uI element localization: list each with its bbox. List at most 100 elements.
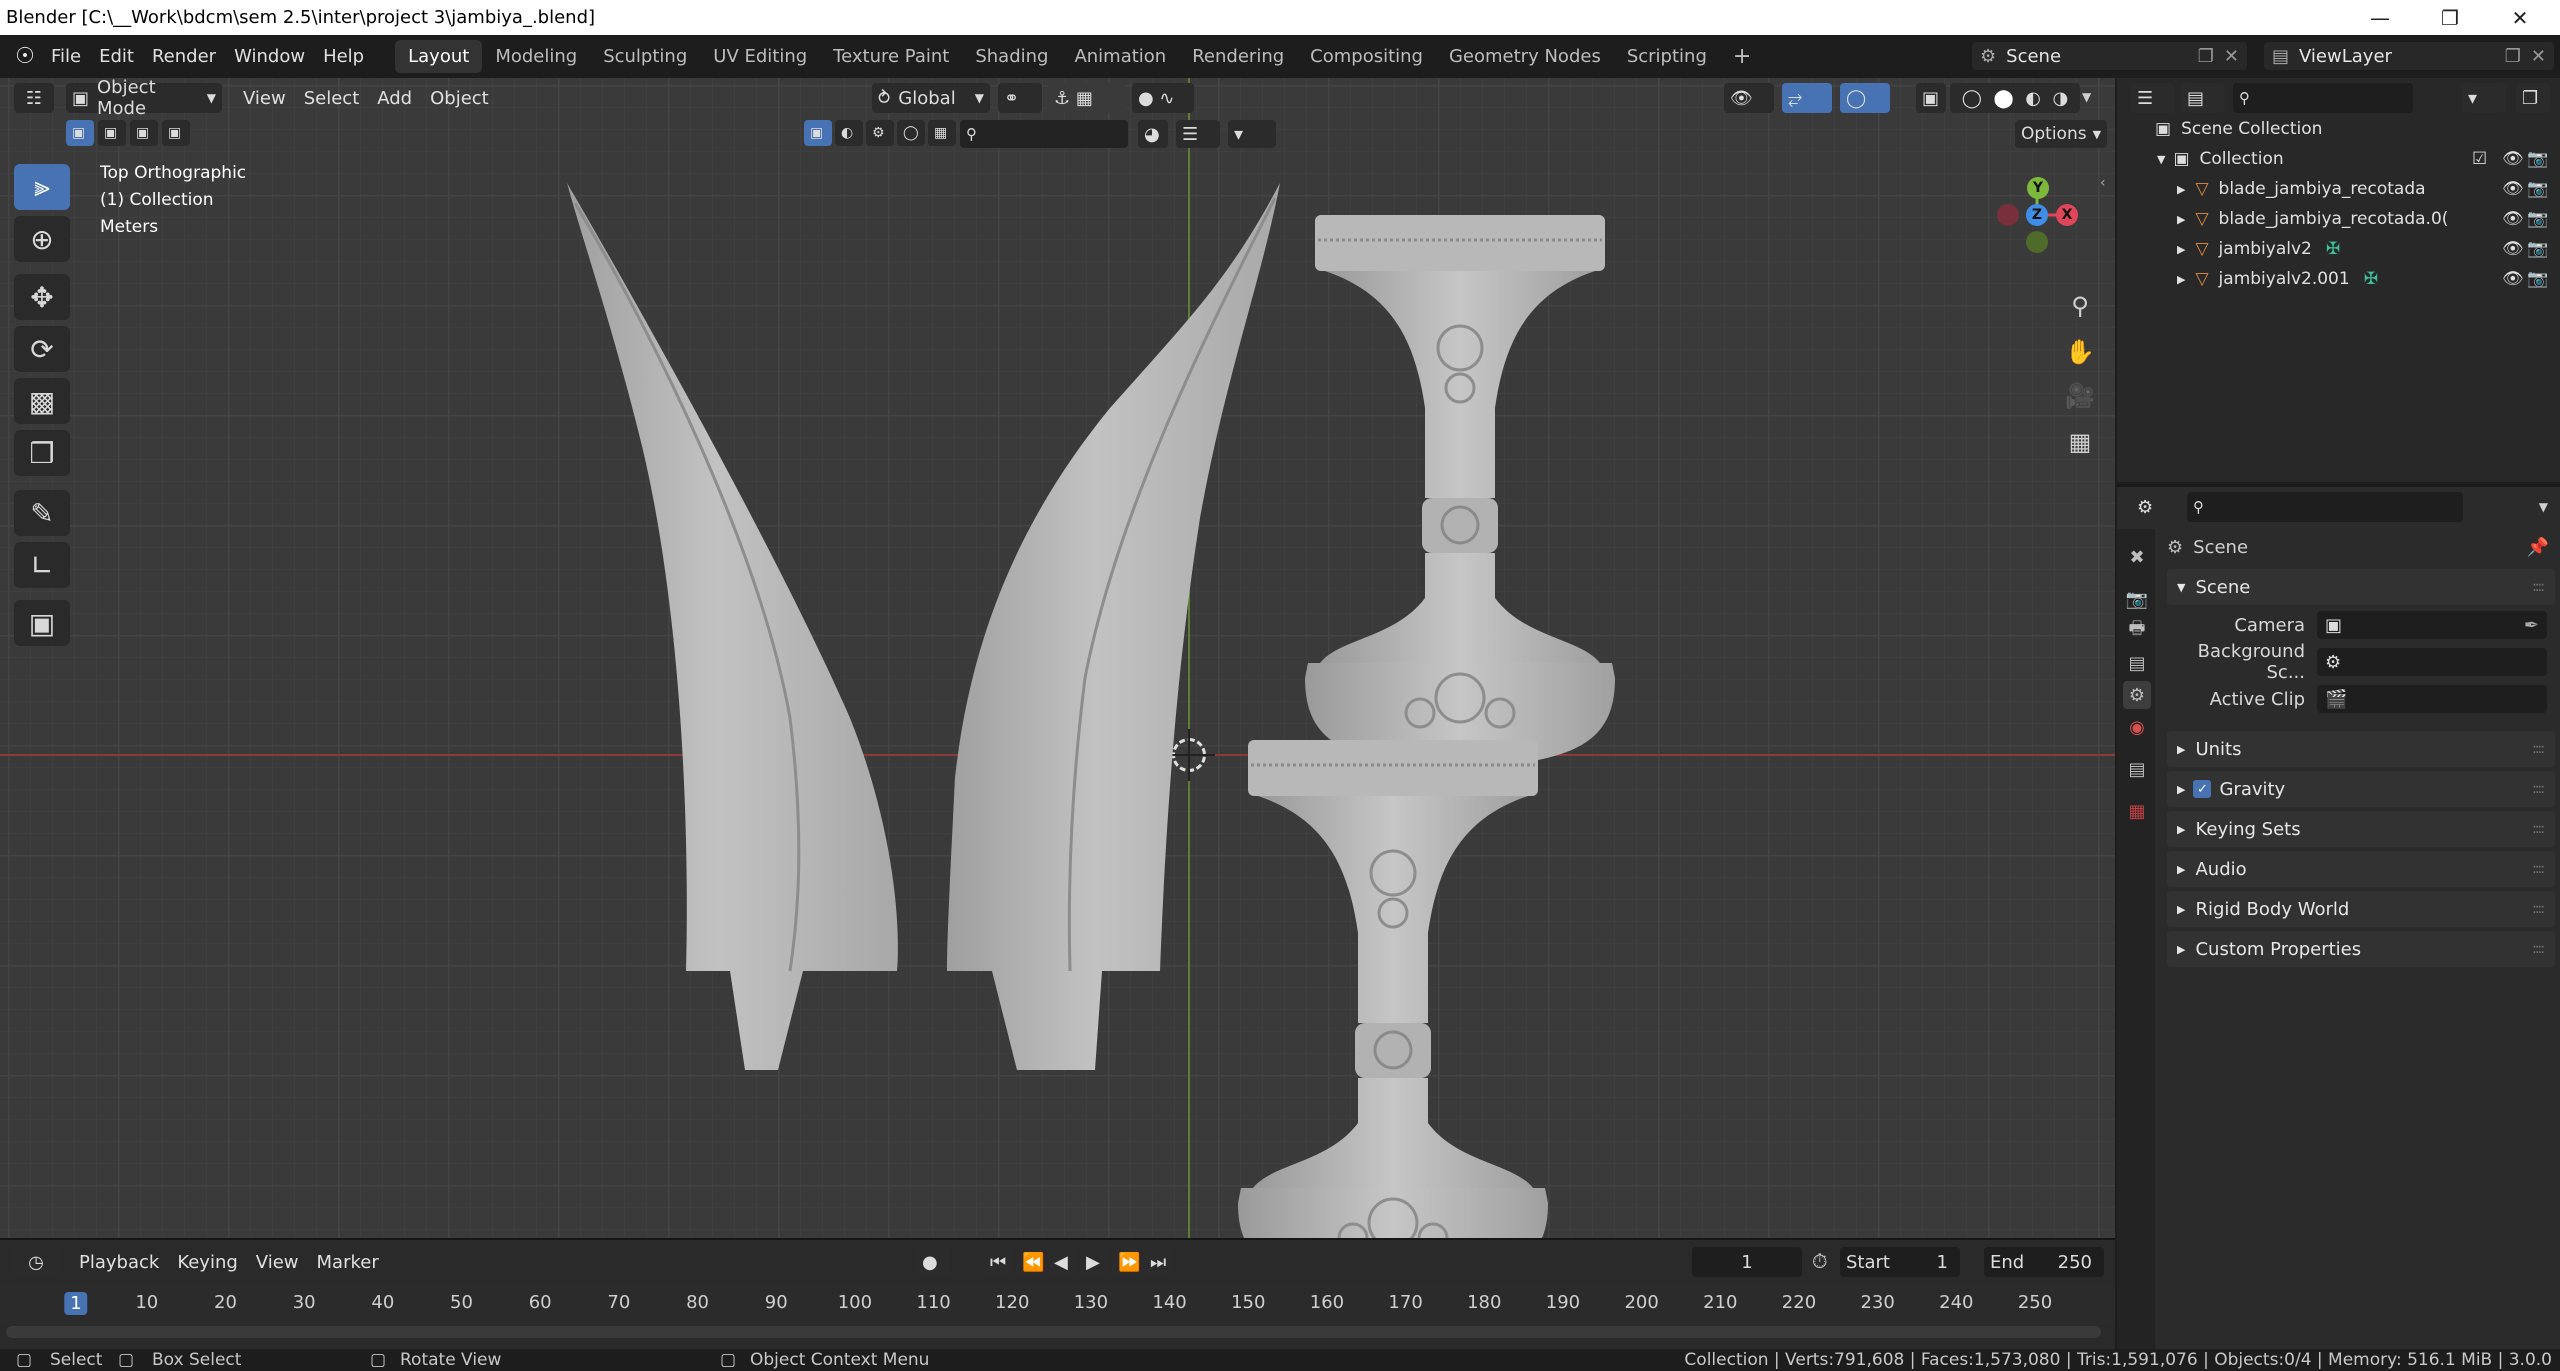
tab-geometry-nodes[interactable]: Geometry Nodes bbox=[1436, 40, 1614, 73]
chevron-down-icon[interactable]: ▼ bbox=[2157, 153, 2165, 166]
display-mode-icon[interactable]: ▤ bbox=[2181, 83, 2225, 113]
mesh-data-icon[interactable]: ✠ bbox=[2326, 239, 2340, 259]
maximize-button[interactable]: ❐ bbox=[2420, 0, 2480, 35]
play-icon[interactable]: ▶ bbox=[1080, 1247, 1108, 1277]
active-clip-field[interactable]: 🎬 bbox=[2317, 685, 2547, 713]
tab-texture-paint[interactable]: Texture Paint bbox=[820, 40, 962, 73]
chevron-right-icon[interactable]: ▶ bbox=[2177, 273, 2185, 286]
drag-handle-icon[interactable]: :::: bbox=[2532, 861, 2545, 877]
timeline-menu-playback[interactable]: Playback bbox=[70, 1241, 168, 1284]
chevron-right-icon[interactable]: ▶ bbox=[2177, 183, 2185, 196]
camera-icon[interactable]: 📷 bbox=[2527, 149, 2548, 169]
mesh-data-icon[interactable]: ✠ bbox=[2364, 269, 2378, 289]
timeline-menu-keying[interactable]: Keying bbox=[168, 1241, 246, 1284]
chevron-right-icon[interactable]: ▶ bbox=[2177, 243, 2185, 256]
drag-handle-icon[interactable]: :::: bbox=[2532, 579, 2545, 595]
filter-icon[interactable]: ▾ bbox=[2462, 83, 2506, 113]
blade-right[interactable] bbox=[947, 183, 1280, 1070]
stopwatch-icon[interactable]: ⏱ bbox=[1812, 1249, 1828, 1273]
drag-handle-icon[interactable]: :::: bbox=[2532, 741, 2545, 757]
frame-end-field[interactable]: End 250 bbox=[1984, 1247, 2104, 1277]
close-window-button[interactable]: ✕ bbox=[2490, 0, 2550, 35]
outliner-editor-type-icon[interactable]: ☰ bbox=[2131, 83, 2175, 113]
panel-audio[interactable]: ▶ Audio :::: bbox=[2167, 851, 2555, 887]
eye-icon[interactable]: 👁 bbox=[2502, 179, 2524, 199]
outliner-row-collection[interactable]: ▼ ▣ Collection ☑ 👁 📷 bbox=[2117, 144, 2560, 174]
drag-handle-icon[interactable]: :::: bbox=[2532, 821, 2545, 837]
menu-window[interactable]: Window bbox=[225, 35, 314, 78]
blender-logo-icon[interactable]: ☉ bbox=[8, 35, 42, 78]
properties-search-input[interactable]: ⚲ bbox=[2187, 492, 2463, 522]
minimize-button[interactable]: — bbox=[2350, 0, 2410, 35]
blade-left[interactable] bbox=[567, 183, 898, 1070]
tab-compositing[interactable]: Compositing bbox=[1297, 40, 1436, 73]
eye-icon[interactable]: 👁 bbox=[2502, 209, 2524, 229]
camera-icon[interactable]: 📷 bbox=[2527, 179, 2548, 199]
outliner-row-object[interactable]: ▶ ▽ blade_jambiya_recotada 👁 📷 bbox=[2117, 174, 2560, 204]
close-icon[interactable]: ✕ bbox=[2224, 46, 2239, 67]
record-icon[interactable]: ● bbox=[916, 1247, 950, 1277]
output-tab-icon[interactable]: 🖶 bbox=[2123, 617, 2151, 645]
panel-keying-sets[interactable]: ▶ Keying Sets :::: bbox=[2167, 811, 2555, 847]
menu-file[interactable]: File bbox=[42, 35, 90, 78]
camera-icon[interactable]: 📷 bbox=[2527, 239, 2548, 259]
world-tab-icon[interactable]: ◉ bbox=[2123, 713, 2151, 741]
tab-scripting[interactable]: Scripting bbox=[1614, 40, 1720, 73]
copy-icon[interactable]: ❐ bbox=[2505, 46, 2521, 67]
frame-start-field[interactable]: Start 1 bbox=[1840, 1247, 1960, 1277]
eye-icon[interactable]: 👁 bbox=[2502, 269, 2524, 289]
panel-rigid-body-world[interactable]: ▶ Rigid Body World :::: bbox=[2167, 891, 2555, 927]
next-keyframe-icon[interactable]: ⏩ bbox=[1112, 1247, 1140, 1277]
camera-icon[interactable]: 📷 bbox=[2527, 209, 2548, 229]
eyedropper-icon[interactable]: ✒ bbox=[2524, 615, 2539, 636]
tab-sculpting[interactable]: Sculpting bbox=[590, 40, 700, 73]
menu-edit[interactable]: Edit bbox=[90, 35, 143, 78]
clock-icon[interactable]: ◷ bbox=[14, 1247, 58, 1277]
viewlayer-selector[interactable]: ▤ ViewLayer ❐ ✕ bbox=[2264, 42, 2554, 70]
current-frame-field[interactable]: 1 bbox=[1692, 1247, 1802, 1277]
outliner-row-object[interactable]: ▶ ▽ jambiyalv2 ✠ 👁 📷 bbox=[2117, 234, 2560, 264]
collection-tab-icon[interactable]: ▤ bbox=[2123, 755, 2151, 783]
exclude-checkbox-icon[interactable]: ☑ bbox=[2472, 149, 2487, 169]
menu-render[interactable]: Render bbox=[143, 35, 225, 78]
outliner-row-object[interactable]: ▶ ▽ blade_jambiya_recotada.0( 👁 📷 bbox=[2117, 204, 2560, 234]
panel-scene[interactable]: ▼ Scene :::: bbox=[2167, 569, 2555, 605]
gravity-checkbox[interactable]: ✓ bbox=[2193, 780, 2212, 798]
3d-viewport[interactable]: ☷ ▣ Object Mode ▼ View Select Add Object… bbox=[0, 78, 2115, 1238]
panel-gravity[interactable]: ▶ ✓ Gravity :::: bbox=[2167, 771, 2555, 807]
properties-editor-type-icon[interactable]: ⚙ bbox=[2131, 492, 2175, 522]
panel-units[interactable]: ▶ Units :::: bbox=[2167, 731, 2555, 767]
hilt-top[interactable] bbox=[1305, 215, 1615, 768]
background-scene-field[interactable]: ⚙ bbox=[2317, 648, 2547, 676]
drag-handle-icon[interactable]: :::: bbox=[2532, 901, 2545, 917]
add-workspace-icon[interactable]: + bbox=[1720, 40, 1764, 73]
new-collection-icon[interactable]: ❐ bbox=[2516, 83, 2550, 113]
drag-handle-icon[interactable]: :::: bbox=[2532, 781, 2545, 797]
timeline-menu-view[interactable]: View bbox=[247, 1241, 308, 1284]
tab-modeling[interactable]: Modeling bbox=[482, 40, 590, 73]
pin-icon[interactable]: 📌 bbox=[2527, 537, 2549, 558]
menu-help[interactable]: Help bbox=[314, 35, 373, 78]
eye-icon[interactable]: 👁 bbox=[2502, 149, 2524, 169]
timeline-menu-marker[interactable]: Marker bbox=[308, 1241, 388, 1284]
tab-uv-editing[interactable]: UV Editing bbox=[700, 40, 820, 73]
jump-start-icon[interactable]: ⏮ bbox=[984, 1247, 1012, 1277]
eye-icon[interactable]: 👁 bbox=[2502, 239, 2524, 259]
outliner-row-scene-collection[interactable]: ▣ Scene Collection bbox=[2117, 114, 2560, 144]
timeline-scrollbar[interactable] bbox=[6, 1326, 2101, 1338]
tab-shading[interactable]: Shading bbox=[962, 40, 1061, 73]
prev-keyframe-icon[interactable]: ⏪ bbox=[1016, 1247, 1044, 1277]
tab-animation[interactable]: Animation bbox=[1061, 40, 1179, 73]
outliner-row-object[interactable]: ▶ ▽ jambiyalv2.001 ✠ 👁 📷 bbox=[2117, 264, 2560, 294]
tool-tab-icon[interactable]: ✖ bbox=[2123, 543, 2151, 571]
render-tab-icon[interactable]: 📷 bbox=[2123, 585, 2151, 613]
view-layer-tab-icon[interactable]: ▤ bbox=[2123, 649, 2151, 677]
copy-icon[interactable]: ❐ bbox=[2198, 46, 2214, 67]
scene-tab-icon[interactable]: ⚙ bbox=[2123, 681, 2151, 709]
scene-selector[interactable]: ⚙ Scene ❐ ✕ bbox=[1972, 42, 2247, 70]
chevron-down-icon[interactable]: ▼ bbox=[2539, 500, 2548, 514]
outliner-search-input[interactable]: ⚲ bbox=[2233, 83, 2413, 113]
jump-end-icon[interactable]: ⏭ bbox=[1144, 1247, 1172, 1277]
camera-field[interactable]: ▣ ✒ bbox=[2317, 611, 2547, 639]
drag-handle-icon[interactable]: :::: bbox=[2532, 941, 2545, 957]
